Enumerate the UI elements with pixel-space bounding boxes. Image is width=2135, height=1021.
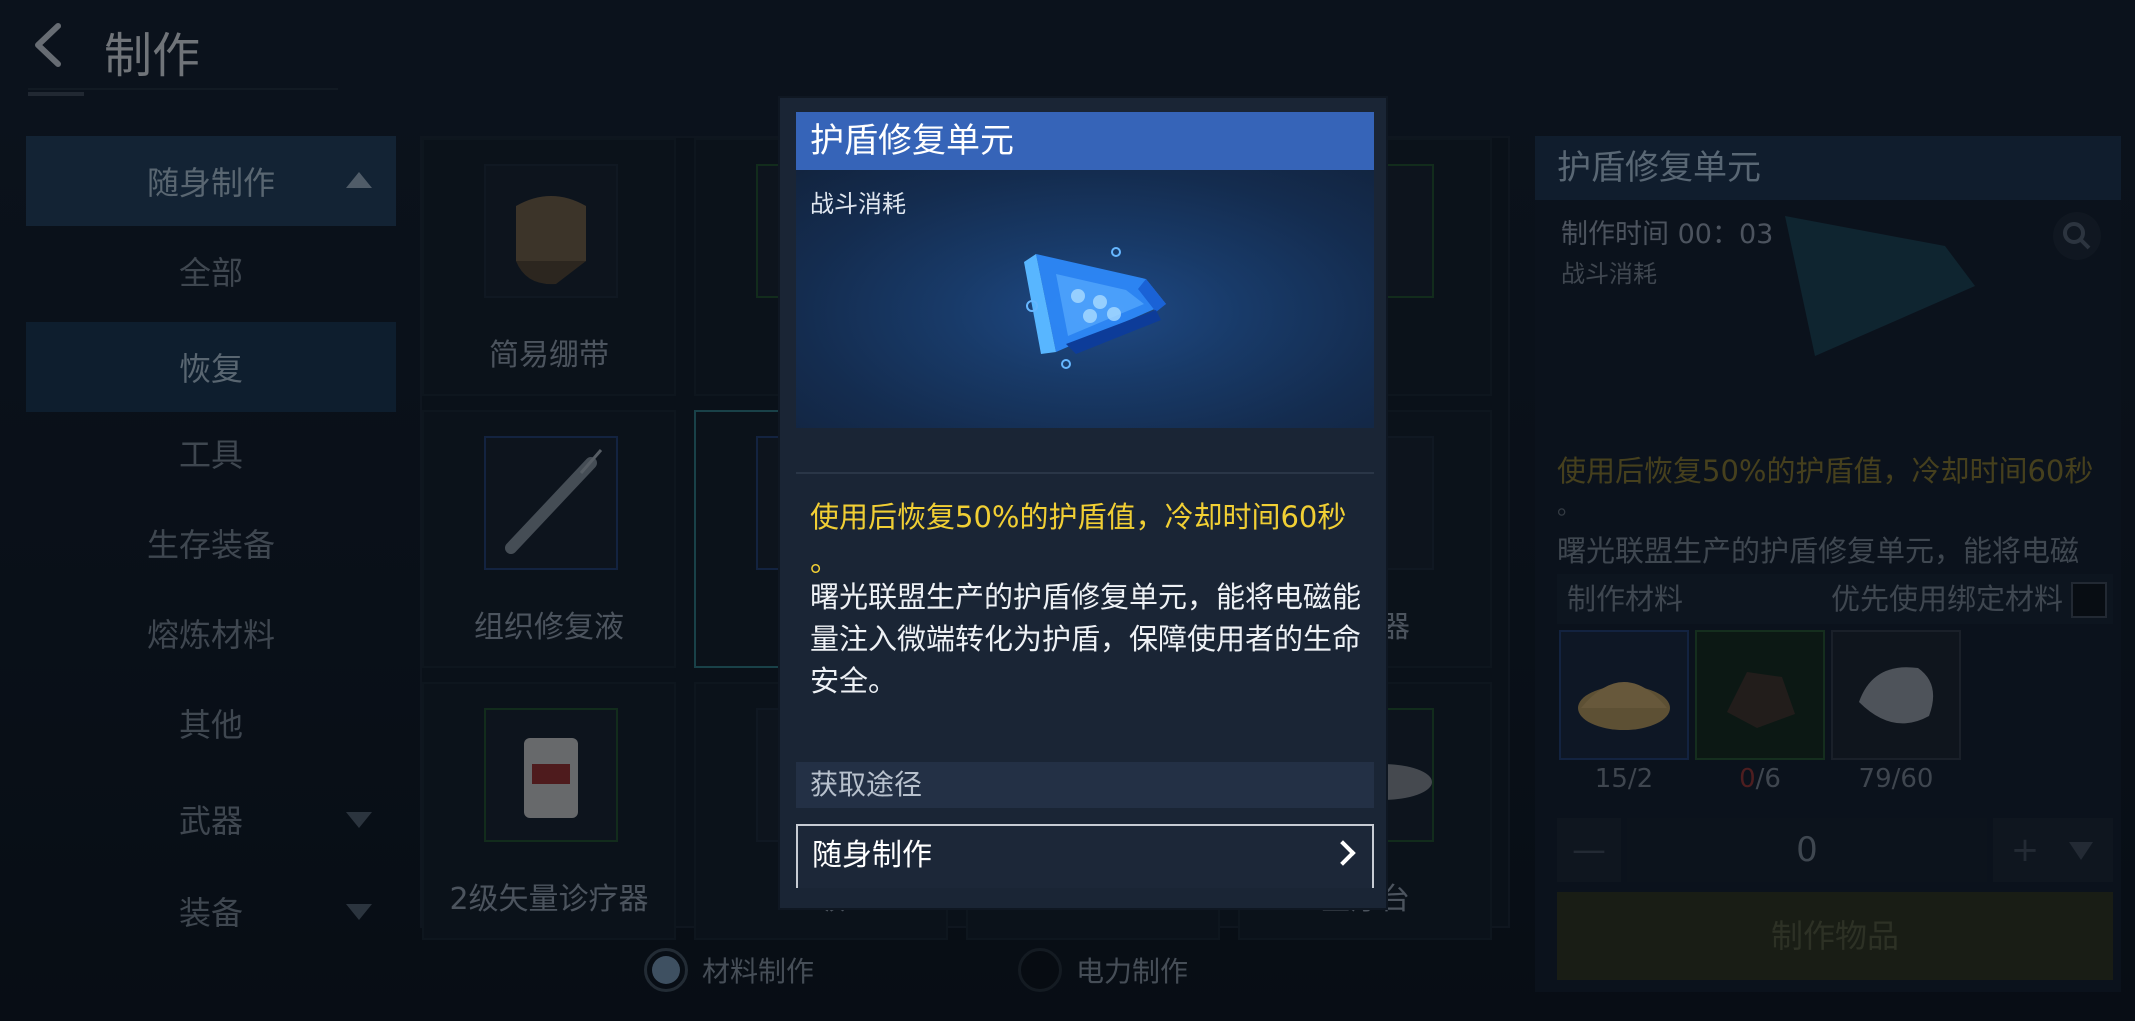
chevron-right-icon (1330, 840, 1356, 866)
shield-repair-unit-icon (1024, 247, 1166, 369)
dialog-description: 曙光联盟生产的护盾修复单元，能将电磁能量注入微端转化为护盾，保障使用者的生命安全… (810, 580, 1362, 698)
source-header: 获取途径 (796, 762, 1374, 808)
dialog-divider (796, 472, 1374, 474)
dialog-effect-dot: 。 (810, 544, 840, 578)
dialog-title: 护盾修复单元 (796, 112, 1374, 170)
item-info-dialog: 护盾修复单元 战斗消耗 使用后恢复50%的护盾值，冷却时间60秒 。 曙光联盟生… (778, 96, 1388, 910)
dialog-category: 战斗消耗 (810, 190, 906, 218)
source-item-carry-craft[interactable]: 随身制作 (796, 824, 1374, 888)
source-item-label: 随身制作 (812, 838, 932, 873)
dialog-effect: 使用后恢复50%的护盾值，冷却时间60秒 (810, 500, 1347, 534)
